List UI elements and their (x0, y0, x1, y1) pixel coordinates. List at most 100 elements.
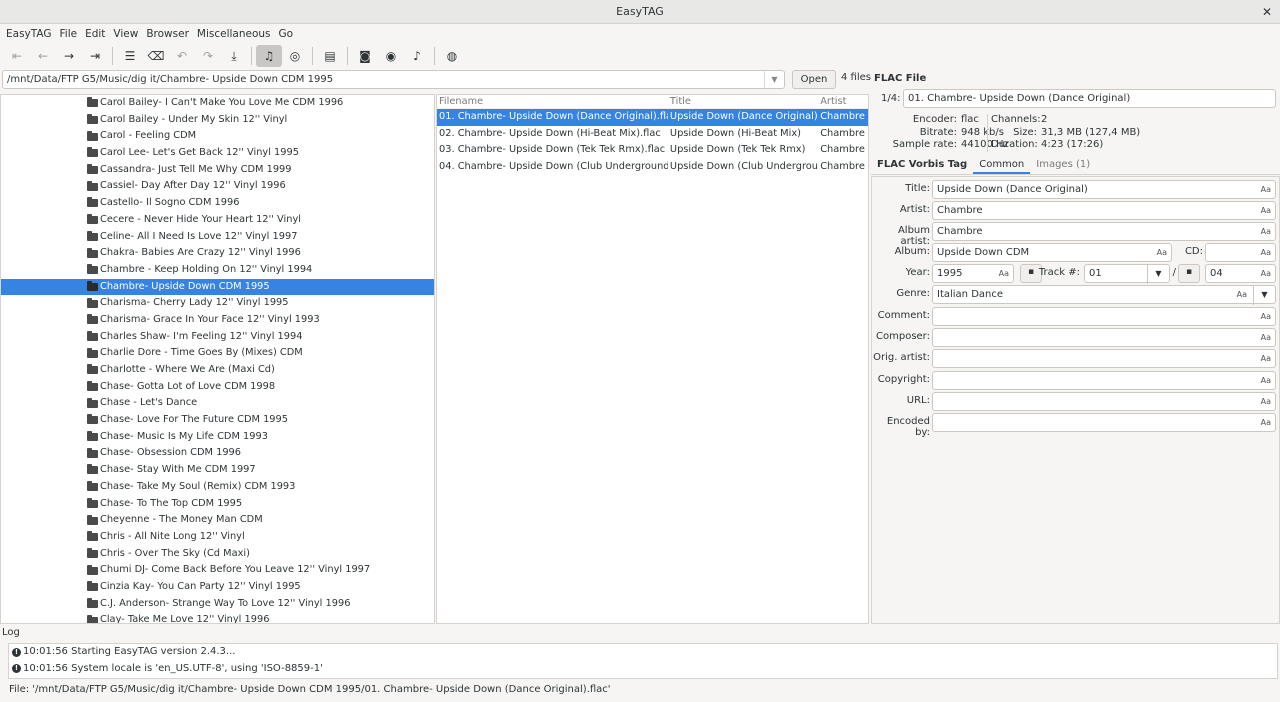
file-row[interactable]: 04. Chambre- Upside Down (Club Undergrou… (437, 159, 868, 176)
year-field[interactable]: 1995 Aa (932, 264, 1014, 283)
file-row[interactable]: 01. Chambre- Upside Down (Dance Original… (437, 109, 868, 126)
menu-file[interactable]: File (56, 28, 82, 40)
composer-field[interactable]: Aa (932, 328, 1276, 347)
apply-track-button[interactable]: ▪ (1178, 264, 1200, 283)
menu-go[interactable]: Go (275, 28, 298, 40)
column-title[interactable]: Title (668, 95, 818, 108)
tree-item[interactable]: Charisma- Grace In Your Face 12'' Vinyl … (1, 312, 434, 329)
menu-miscellaneous[interactable]: Miscellaneous (193, 28, 275, 40)
menu-easytag[interactable]: EasyTAG (2, 28, 56, 40)
url-field[interactable]: Aa (932, 392, 1276, 411)
case-icon[interactable]: Aa (1261, 181, 1271, 198)
tree-item[interactable]: Chumi DJ- Come Back Before You Leave 12'… (1, 562, 434, 579)
case-icon[interactable]: Aa (999, 265, 1009, 282)
case-icon[interactable]: Aa (1261, 350, 1271, 367)
tree-item[interactable]: Cecere - Never Hide Your Heart 12'' Viny… (1, 212, 434, 229)
tree-item[interactable]: Chase- Love For The Future CDM 1995 (1, 412, 434, 429)
tree-item[interactable]: Chambre- Upside Down CDM 1995 (1, 278, 434, 296)
music-note-icon[interactable]: ♫ (256, 45, 282, 67)
undo-icon[interactable]: ↶ (169, 45, 195, 67)
file-list[interactable]: Filename Title Artist 01. Chambre- Upsid… (436, 94, 869, 624)
tree-item[interactable]: Chris - All Nite Long 12'' Vinyl (1, 529, 434, 546)
tree-item[interactable]: Chase- Music Is My Life CDM 1993 (1, 429, 434, 446)
cd-field[interactable]: Aa (1205, 243, 1276, 262)
close-icon[interactable]: ✕ (1262, 0, 1272, 24)
back-icon[interactable]: ← (30, 45, 56, 67)
title-field[interactable]: Upside Down (Dance Original) Aa (932, 180, 1276, 199)
tree-item[interactable]: Carol Bailey - Under My Skin 12'' Vinyl (1, 112, 434, 129)
tree-item[interactable]: Chase- Stay With Me CDM 1997 (1, 462, 434, 479)
playlist-icon[interactable]: ♪ (404, 45, 430, 67)
genre-field[interactable]: Italian Dance Aa ▼ (932, 285, 1276, 305)
case-icon[interactable]: Aa (1261, 414, 1271, 431)
directory-tree[interactable]: Carol Bailey- I Can't Make You Love Me C… (0, 94, 435, 624)
case-icon[interactable]: Aa (1261, 244, 1271, 261)
album-field[interactable]: Upside Down CDM Aa (932, 243, 1172, 262)
chevron-down-icon[interactable]: ▼ (1253, 286, 1275, 305)
tree-item[interactable]: Cassiel- Day After Day 12'' Vinyl 1996 (1, 178, 434, 195)
tree-item[interactable]: Chase- Take My Soul (Remix) CDM 1993 (1, 479, 434, 496)
tree-item[interactable]: Castello- Il Sogno CDM 1996 (1, 195, 434, 212)
tree-item[interactable]: Cheyenne - The Money Man CDM (1, 512, 434, 529)
tree-item[interactable]: Cinzia Kay- You Can Party 12'' Vinyl 199… (1, 579, 434, 596)
tab-common[interactable]: Common (973, 157, 1031, 174)
tree-item[interactable]: Charisma- Cherry Lady 12'' Vinyl 1995 (1, 295, 434, 312)
log-list[interactable]: ! 10:01:56 Starting EasyTAG version 2.4.3… (8, 643, 1278, 679)
last-icon[interactable]: ⇥ (82, 45, 108, 67)
tab-images[interactable]: Images (1) (1030, 157, 1096, 174)
case-icon[interactable]: Aa (1261, 265, 1271, 282)
case-icon[interactable]: Aa (1261, 329, 1271, 346)
menu-view[interactable]: View (109, 28, 142, 40)
path-input[interactable]: /mnt/Data/FTP G5/Music/dig it/Chambre- U… (2, 70, 785, 89)
tree-item[interactable]: Charlotte - Where We Are (Maxi Cd) (1, 362, 434, 379)
artist-field[interactable]: Chambre Aa (932, 201, 1276, 220)
tree-item[interactable]: Carol Lee- Let's Get Back 12'' Vinyl 199… (1, 145, 434, 162)
orig-artist-field[interactable]: Aa (932, 349, 1276, 368)
encoded-by-field[interactable]: Aa (932, 413, 1276, 432)
forward-icon[interactable]: → (56, 45, 82, 67)
file-row[interactable]: 02. Chambre- Upside Down (Hi-Beat Mix).f… (437, 126, 868, 143)
file-row[interactable]: 03. Chambre- Upside Down (Tek Tek Rmx).f… (437, 142, 868, 159)
tree-item[interactable]: C.J. Anderson- Strange Way To Love 12'' … (1, 596, 434, 613)
case-icon[interactable]: Aa (1237, 286, 1247, 303)
scanner-icon[interactable]: ▤ (317, 45, 343, 67)
cddb-icon[interactable]: ◍ (439, 45, 465, 67)
tree-item[interactable]: Chambre - Keep Holding On 12'' Vinyl 199… (1, 262, 434, 279)
select-all-icon[interactable]: ☰ (117, 45, 143, 67)
column-artist[interactable]: Artist (818, 95, 868, 108)
tree-item[interactable]: Carol Bailey- I Can't Make You Love Me C… (1, 95, 434, 112)
tree-item[interactable]: Chris - Over The Sky (Cd Maxi) (1, 546, 434, 563)
menu-browser[interactable]: Browser (142, 28, 193, 40)
tree-item[interactable]: Cassandra- Just Tell Me Why CDM 1999 (1, 162, 434, 179)
chevron-down-icon[interactable]: ▼ (764, 71, 784, 88)
cd-icon[interactable]: ◎ (282, 45, 308, 67)
tree-item[interactable]: Charlie Dore - Time Goes By (Mixes) CDM (1, 345, 434, 362)
delete-icon[interactable]: ⌫ (143, 45, 169, 67)
copyright-field[interactable]: Aa (932, 371, 1276, 390)
tree-item[interactable]: Chase- Gotta Lot of Love CDM 1998 (1, 379, 434, 396)
tree-item[interactable]: Charles Shaw- I'm Feeling 12'' Vinyl 199… (1, 329, 434, 346)
column-filename[interactable]: Filename (437, 95, 668, 108)
menu-edit[interactable]: Edit (81, 28, 109, 40)
case-icon[interactable]: Aa (1261, 223, 1271, 240)
tree-item[interactable]: Clay- Take Me Love 12'' Vinyl 1996 (1, 612, 434, 623)
case-icon[interactable]: Aa (1261, 308, 1271, 325)
tree-item[interactable]: Carol - Feeling CDM (1, 128, 434, 145)
search-icon[interactable]: ◙ (352, 45, 378, 67)
redo-icon[interactable]: ↷ (195, 45, 221, 67)
album-artist-field[interactable]: Chambre Aa (932, 222, 1276, 241)
tree-item[interactable]: Chase- To The Top CDM 1995 (1, 496, 434, 513)
case-icon[interactable]: Aa (1261, 202, 1271, 219)
comment-field[interactable]: Aa (932, 307, 1276, 326)
disc-icon[interactable]: ◉ (378, 45, 404, 67)
tree-item[interactable]: Chase - Let's Dance (1, 395, 434, 412)
open-button[interactable]: Open (792, 70, 836, 89)
track-total-field[interactable]: 04 Aa (1205, 264, 1276, 283)
case-icon[interactable]: Aa (1261, 372, 1271, 389)
tab-flac-vorbis-tag[interactable]: FLAC Vorbis Tag (871, 157, 973, 174)
filename-field[interactable]: 01. Chambre- Upside Down (Dance Original… (903, 89, 1276, 108)
save-icon[interactable]: ⤓ (221, 45, 247, 67)
tree-item[interactable]: Chakra- Babies Are Crazy 12'' Vinyl 1996 (1, 245, 434, 262)
tree-item[interactable]: Celine- All I Need Is Love 12'' Vinyl 19… (1, 229, 434, 246)
first-icon[interactable]: ⇤ (4, 45, 30, 67)
